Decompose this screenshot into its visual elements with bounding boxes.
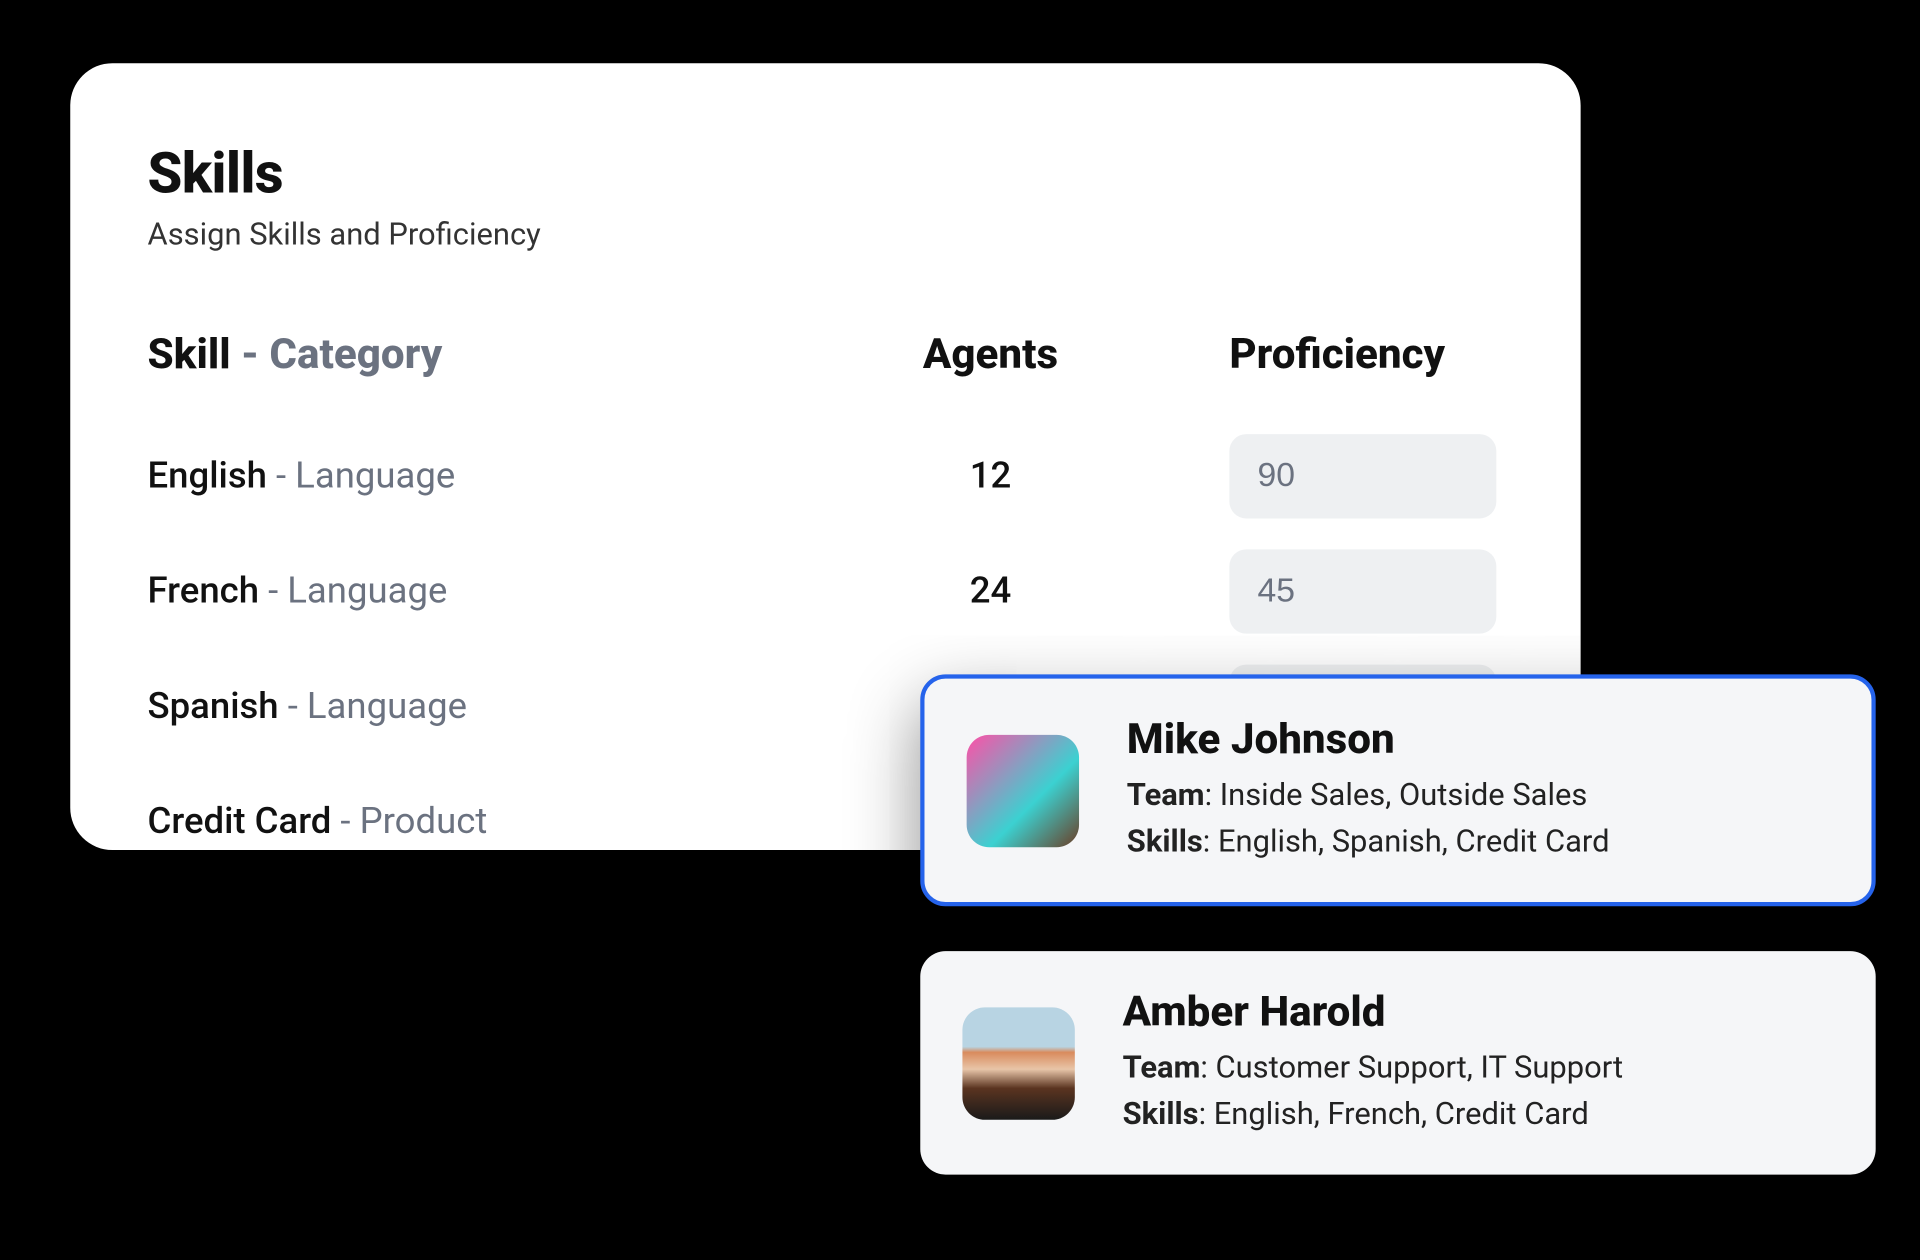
avatar xyxy=(962,1007,1074,1119)
col-header-proficiency: Proficiency xyxy=(1201,330,1503,379)
skill-cell: Credit Card - Product xyxy=(148,801,780,843)
table-header: Skill - Category Agents Proficiency xyxy=(148,330,1504,379)
agents-count: 12 xyxy=(780,455,1202,497)
agent-card[interactable]: Mike Johnson Team: Inside Sales, Outside … xyxy=(920,674,1875,906)
agents-count: 24 xyxy=(780,570,1202,612)
agent-name: Amber Harold xyxy=(1123,988,1834,1037)
col-header-skill-text: Skill xyxy=(148,330,231,379)
col-header-agents: Agents xyxy=(780,330,1202,379)
table-row: English - Language12 xyxy=(148,419,1504,534)
table-row: French - Language24 xyxy=(148,534,1504,649)
agent-info: Amber Harold Team: Customer Support, IT S… xyxy=(1123,988,1834,1138)
avatar xyxy=(967,734,1079,846)
skills-label: Skills xyxy=(1123,1097,1199,1132)
skill-category: Product xyxy=(360,801,488,843)
skill-sep: - xyxy=(331,801,359,843)
page-title: Skills xyxy=(148,141,1504,207)
proficiency-cell xyxy=(1201,434,1503,518)
agent-team-line: Team: Inside Sales, Outside Sales xyxy=(1127,773,1830,819)
agent-name: Mike Johnson xyxy=(1127,715,1830,764)
skill-cell: Spanish - Language xyxy=(148,686,780,728)
proficiency-input[interactable] xyxy=(1229,549,1496,633)
proficiency-input[interactable] xyxy=(1229,434,1496,518)
skills-value: : English, French, Credit Card xyxy=(1199,1097,1589,1132)
col-header-skill-sep: - xyxy=(231,330,270,379)
skill-cell: English - Language xyxy=(148,455,780,497)
agents-overlay: Mike JohnsonTeam: Inside Sales, Outside … xyxy=(920,674,1875,1219)
skill-name: Spanish xyxy=(148,686,279,728)
team-label: Team xyxy=(1123,1051,1201,1086)
skill-name: Credit Card xyxy=(148,801,332,843)
skill-category: Language xyxy=(307,686,467,728)
team-value: : Customer Support, IT Support xyxy=(1200,1051,1623,1086)
skill-cell: French - Language xyxy=(148,570,780,612)
agent-skills-line: Skills: English, Spanish, Credit Card xyxy=(1127,819,1830,865)
skill-name: English xyxy=(148,455,267,497)
agent-skills-line: Skills: English, French, Credit Card xyxy=(1123,1092,1834,1138)
col-header-skill: Skill - Category xyxy=(148,330,780,379)
agent-info: Mike Johnson Team: Inside Sales, Outside … xyxy=(1127,715,1830,865)
skill-sep: - xyxy=(267,455,295,497)
skill-sep: - xyxy=(259,570,287,612)
team-value: : Inside Sales, Outside Sales xyxy=(1205,778,1588,813)
skill-sep: - xyxy=(279,686,307,728)
col-header-category-text: Category xyxy=(269,330,442,379)
skills-value: : English, Spanish, Credit Card xyxy=(1203,825,1610,860)
agent-card[interactable]: Amber Harold Team: Customer Support, IT S… xyxy=(920,951,1875,1174)
page-subtitle: Assign Skills and Proficiency xyxy=(148,218,1504,253)
skills-label: Skills xyxy=(1127,825,1203,860)
proficiency-cell xyxy=(1201,549,1503,633)
skill-category: Language xyxy=(295,455,455,497)
skill-name: French xyxy=(148,570,259,612)
agent-team-line: Team: Customer Support, IT Support xyxy=(1123,1045,1834,1091)
team-label: Team xyxy=(1127,778,1205,813)
skill-category: Language xyxy=(287,570,447,612)
